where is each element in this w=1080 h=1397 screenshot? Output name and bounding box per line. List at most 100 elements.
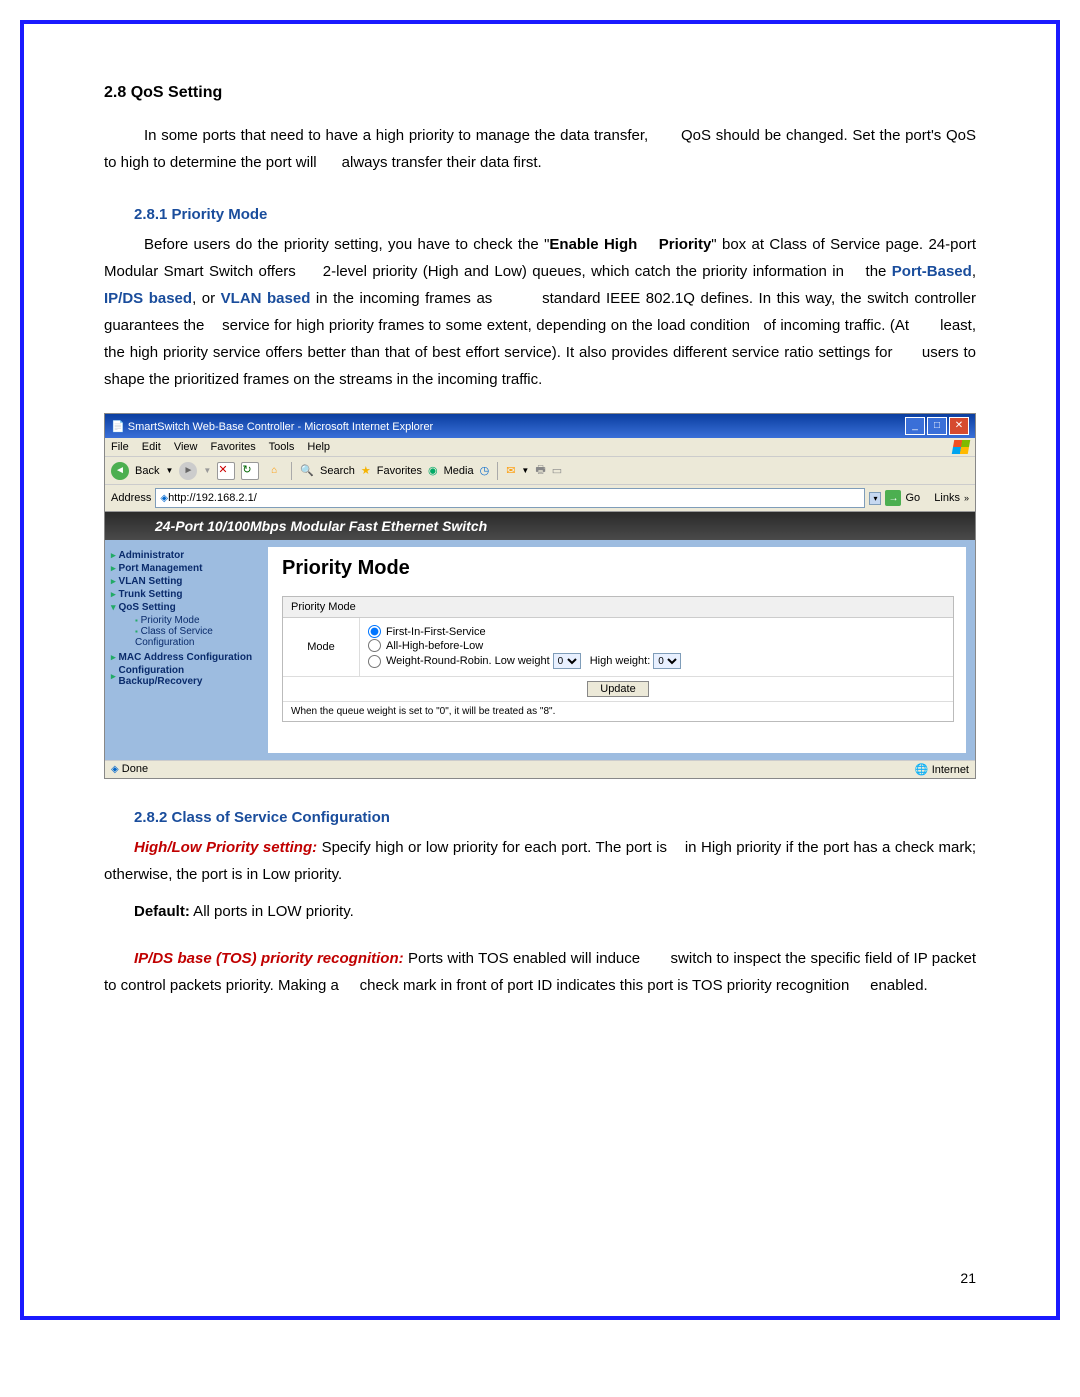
chevron-icon: ▸: [111, 550, 116, 561]
media-icon[interactable]: ◉: [428, 464, 438, 477]
main-content: Priority Mode Priority Mode Mode First-I…: [267, 546, 967, 754]
sidebar-nav: ▸Administrator ▸Port Management ▸VLAN Se…: [105, 540, 267, 760]
sidebar-item-port-management[interactable]: ▸Port Management: [111, 563, 261, 574]
favorites-icon[interactable]: ★: [361, 464, 371, 477]
high-weight-label: High weight:: [590, 655, 651, 667]
sidebar-item-label: Administrator: [119, 550, 185, 561]
sidebar-subitem-class-of-service[interactable]: ▪ Class of Service Configuration: [135, 626, 261, 648]
link-vlan-based[interactable]: VLAN based: [221, 290, 311, 307]
menubar: File Edit View Favorites Tools Help: [105, 438, 975, 457]
refresh-button-icon[interactable]: ↻: [241, 462, 259, 480]
lead-text: High/Low Priority setting:: [134, 839, 317, 856]
menu-file[interactable]: File: [111, 441, 129, 453]
text: In some ports that need to have a high p…: [144, 127, 653, 144]
radio-first-in-first-service[interactable]: [368, 625, 381, 638]
sidebar-item-configuration-backup[interactable]: ▸Configuration Backup/Recovery: [111, 665, 261, 687]
status-text: Done: [122, 763, 148, 775]
home-button-icon[interactable]: ⌂: [265, 462, 283, 480]
menu-edit[interactable]: Edit: [142, 441, 161, 453]
search-label[interactable]: Search: [320, 465, 355, 477]
print-icon[interactable]: 🖶: [535, 461, 545, 480]
low-weight-select[interactable]: 0: [553, 653, 581, 669]
back-button-label[interactable]: Back: [135, 465, 159, 477]
chevron-icon: ▸: [111, 589, 116, 600]
window-title: 📄 SmartSwitch Web-Base Controller - Micr…: [111, 420, 433, 433]
text: service for high priority frames to some…: [222, 317, 754, 334]
radio-weight-round-robin[interactable]: [368, 655, 381, 668]
menu-view[interactable]: View: [174, 441, 198, 453]
go-button-icon[interactable]: →: [885, 490, 901, 506]
address-bar: Address ◈ http://192.168.2.1/ ▾ → Go Lin…: [105, 485, 975, 512]
cos-paragraph-1: High/Low Priority setting: Specify high …: [104, 834, 976, 888]
sidebar-item-label: MAC Address Configuration: [119, 652, 253, 663]
menu-favorites[interactable]: Favorites: [211, 441, 256, 453]
text: Specify high or low priority for each po…: [317, 839, 671, 856]
chevron-icon: ▸: [111, 652, 116, 663]
toolbar: ◄ Back ▼ ► ▼ ✕ ↻ ⌂ 🔍 Search ★ Favorites …: [105, 457, 975, 485]
links-label[interactable]: Links: [934, 492, 960, 504]
chevron-down-icon: ▾: [111, 602, 116, 613]
switch-banner: 24-Port 10/100Mbps Modular Fast Ethernet…: [105, 512, 975, 540]
forward-button-icon[interactable]: ►: [179, 462, 197, 480]
radio-label: First-In-First-Service: [386, 626, 486, 638]
go-label[interactable]: Go: [905, 492, 920, 504]
window-title-text: SmartSwitch Web-Base Controller - Micros…: [128, 421, 433, 433]
close-button[interactable]: ✕: [949, 417, 969, 435]
link-port-based[interactable]: Port-Based: [892, 263, 972, 280]
radio-label: Weight-Round-Robin. Low weight: [386, 655, 550, 667]
media-label[interactable]: Media: [444, 465, 474, 477]
search-icon[interactable]: 🔍: [300, 464, 314, 477]
sidebar-item-administrator[interactable]: ▸Administrator: [111, 550, 261, 561]
high-weight-select[interactable]: 0: [653, 653, 681, 669]
subsection-heading-class-of-service: 2.8.2 Class of Service Configuration: [134, 809, 976, 826]
text: Before users do the priority setting, yo…: [144, 236, 549, 253]
text: ,: [972, 263, 976, 280]
update-button[interactable]: Update: [587, 681, 648, 697]
text: in the incoming frames as: [310, 290, 497, 307]
address-input[interactable]: ◈ http://192.168.2.1/: [155, 488, 865, 508]
bullet-icon: ▪: [135, 627, 138, 636]
radio-label: All-High-before-Low: [386, 640, 483, 652]
table-header: Priority Mode: [283, 597, 953, 618]
favorites-label[interactable]: Favorites: [377, 465, 422, 477]
radio-all-high-before-low[interactable]: [368, 639, 381, 652]
priority-mode-paragraph: Before users do the priority setting, yo…: [104, 231, 976, 393]
menu-tools[interactable]: Tools: [269, 441, 295, 453]
text: Ports with TOS enabled will induce: [404, 950, 645, 967]
weight-note: When the queue weight is set to "0", it …: [283, 702, 953, 721]
done-icon: ◈: [111, 764, 119, 775]
window-controls: _ □ ✕: [905, 417, 969, 435]
link-ip-ds-based[interactable]: IP/DS based: [104, 290, 192, 307]
stop-button-icon[interactable]: ✕: [217, 462, 235, 480]
links-expand-icon[interactable]: »: [964, 493, 969, 503]
sidebar-item-mac-address[interactable]: ▸MAC Address Configuration: [111, 652, 261, 663]
back-button-icon[interactable]: ◄: [111, 462, 129, 480]
default-label: Default:: [134, 903, 190, 920]
status-bar: ◈ Done 🌐 Internet: [105, 760, 975, 778]
text-bold: Enable High: [549, 236, 642, 253]
text: , or: [192, 290, 221, 307]
menu-help[interactable]: Help: [307, 441, 330, 453]
default-text: All ports in LOW priority.: [190, 903, 354, 920]
address-dropdown-icon[interactable]: ▾: [869, 492, 881, 505]
sidebar-item-vlan-setting[interactable]: ▸VLAN Setting: [111, 576, 261, 587]
chevron-icon: ▸: [111, 563, 116, 574]
sidebar-item-qos-setting[interactable]: ▾QoS Setting: [111, 602, 261, 613]
intro-paragraph: In some ports that need to have a high p…: [104, 122, 976, 176]
text: 2-level priority (High and Low) queues, …: [323, 263, 850, 280]
sidebar-subitem-priority-mode[interactable]: ▪ Priority Mode: [135, 615, 261, 626]
sidebar-item-label: Trunk Setting: [119, 589, 183, 600]
sidebar-item-trunk-setting[interactable]: ▸Trunk Setting: [111, 589, 261, 600]
window-titlebar: 📄 SmartSwitch Web-Base Controller - Micr…: [105, 414, 975, 438]
bullet-icon: ▪: [135, 616, 138, 625]
mode-label-cell: Mode: [283, 618, 360, 676]
page-title: Priority Mode: [282, 557, 952, 580]
text: always transfer their data first.: [342, 154, 542, 171]
maximize-button[interactable]: □: [927, 417, 947, 435]
edit-icon[interactable]: ▭: [552, 464, 562, 477]
address-url: http://192.168.2.1/: [168, 492, 257, 504]
minimize-button[interactable]: _: [905, 417, 925, 435]
mail-icon[interactable]: ✉: [506, 464, 515, 477]
text: check mark in front of port ID indicates…: [360, 977, 854, 994]
history-icon[interactable]: ◷: [480, 464, 490, 477]
